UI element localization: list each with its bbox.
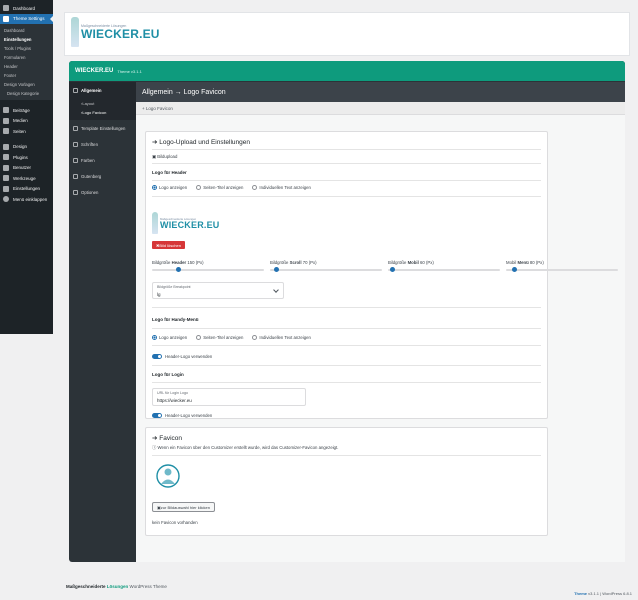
- login-header-logo-toggle[interactable]: Header-Logo verwenden: [152, 413, 212, 418]
- template-icon: [73, 125, 78, 131]
- breadcrumb[interactable]: + Logo Favicon: [136, 102, 625, 115]
- footer-right: Theme v3.1.1 | WordPress 6.8.1: [574, 591, 632, 596]
- admin-sidebar: Dashboard Theme Settings Dashboard Einst…: [0, 0, 53, 334]
- submenu-design-vorlagen[interactable]: Design Vorlagen: [0, 80, 53, 89]
- nav-optionen[interactable]: Optionen: [69, 184, 136, 200]
- logo-settings-card: ➔ Logo-Upload und Einstellungen ▣ Bildup…: [145, 131, 618, 419]
- x-icon: [73, 87, 78, 93]
- pages-icon: [3, 128, 9, 135]
- favicon-preview-icon: [156, 464, 180, 488]
- gutenberg-icon: [73, 173, 78, 179]
- bildupload-link[interactable]: ▣ Bildupload: [152, 154, 177, 160]
- font-icon: [73, 141, 78, 147]
- handy-header-logo-toggle[interactable]: Header-Logo verwenden: [152, 354, 212, 359]
- slider-header[interactable]: Bildgröße Header 150 (Px): [152, 260, 264, 272]
- chevron-down-icon: [273, 287, 279, 293]
- menu-dashboard[interactable]: Dashboard: [0, 3, 53, 14]
- header-logo-options: Logo anzeigen Seiten-Titel anzeigen Indi…: [152, 185, 320, 190]
- menu-beitraege[interactable]: Beiträge: [0, 105, 53, 116]
- handy-opt-logo[interactable]: Logo anzeigen: [152, 335, 187, 340]
- handy-logo-options: Logo anzeigen Seiten-Titel anzeigen Indi…: [152, 335, 320, 340]
- submenu-design-kategorie[interactable]: Design Kategorie: [0, 89, 53, 98]
- section-title: Allgemein → Logo Favicon: [136, 82, 625, 102]
- handy-opt-text[interactable]: Individuellen Text anzeigen: [252, 335, 311, 340]
- select-image-button[interactable]: ▣ zur Bildauswahl hier klicken: [152, 502, 215, 512]
- nav-sub-layout[interactable]: › Layout: [69, 99, 136, 108]
- brush-icon: [3, 143, 9, 150]
- dashboard-icon: [3, 5, 9, 12]
- panel-brand: WIECKER.EU: [75, 68, 114, 74]
- breakpoint-select[interactable]: Bildgröße Breakpoint lg: [152, 282, 284, 299]
- header-opt-logo[interactable]: Logo anzeigen: [152, 185, 187, 190]
- menu-einstellungen[interactable]: Einstellungen: [0, 184, 53, 195]
- menu-seiten[interactable]: Seiten: [0, 126, 53, 137]
- submenu-tools-plugins[interactable]: Tools / Plugins: [0, 44, 53, 53]
- user-icon: [3, 164, 9, 171]
- handy-opt-title[interactable]: Seiten-Titel anzeigen: [196, 335, 243, 340]
- settings-panel: WIECKER.EU Theme v3.1.1 Allgemein › Layo…: [69, 61, 625, 562]
- plugin-icon: [3, 154, 9, 161]
- options-icon: [73, 189, 78, 195]
- menu-werkzeuge[interactable]: Werkzeuge: [0, 173, 53, 184]
- nav-sub-logo-favicon[interactable]: › Logo Favicon: [69, 108, 136, 117]
- logo-figure-icon: [152, 212, 158, 234]
- menu-benutzer[interactable]: Benutzer: [0, 163, 53, 174]
- menu-medien[interactable]: Medien: [0, 116, 53, 127]
- favicon-note: ⓘ Wenn ein Favicon über den Customizer e…: [152, 445, 339, 450]
- submenu-dashboard[interactable]: Dashboard: [0, 26, 53, 35]
- logo-figure-icon: [71, 17, 79, 47]
- slider-mobil[interactable]: Bildgröße Mobil 60 (Px): [388, 260, 500, 272]
- nav-schriften[interactable]: Schriften: [69, 136, 136, 152]
- handy-logo-label: Logo für Handy-Menü: [152, 317, 199, 322]
- theme-settings-icon: [3, 15, 9, 22]
- panel-nav: Allgemein › Layout › Logo Favicon Templa…: [69, 82, 136, 200]
- settings-icon: [3, 185, 9, 192]
- menu-plugins[interactable]: Plugins: [0, 152, 53, 163]
- media-icon: [3, 117, 9, 124]
- favicon-card: ➔ Favicon ⓘ Wenn ein Favicon über den Cu…: [145, 427, 548, 536]
- login-logo-label: Logo für Login: [152, 372, 184, 377]
- slider-scroll[interactable]: Bildgröße Scroll 70 (Px): [270, 260, 382, 272]
- color-icon: [73, 157, 78, 163]
- nav-gutenberg[interactable]: Gutenberg: [69, 168, 136, 184]
- panel-header: WIECKER.EU Theme v3.1.1: [69, 61, 625, 81]
- submenu-formularen[interactable]: Formularen: [0, 53, 53, 62]
- logo-wordmark: WIECKER.EU: [81, 27, 160, 41]
- wrench-icon: [3, 175, 9, 182]
- panel-version: Theme v3.1.1: [117, 68, 142, 74]
- footer-left: Maßgeschneiderte Lösungen WordPress Them…: [66, 584, 167, 589]
- favicon-empty-text: kein Favicon vorhanden: [152, 520, 198, 525]
- toggle-switch[interactable]: [152, 354, 162, 359]
- menu-collapse[interactable]: Menü einklappen: [0, 194, 53, 205]
- menu-theme-settings[interactable]: Theme Settings: [0, 13, 53, 24]
- submenu-header[interactable]: Header: [0, 62, 53, 71]
- theme-logo-header: Maßgeschneiderte Lösungen WIECKER.EU: [64, 12, 630, 56]
- slider-mobil-menu[interactable]: Mobil Menü 80 (Px): [506, 260, 618, 272]
- logo-card-title: ➔ Logo-Upload und Einstellungen: [152, 139, 250, 146]
- nav-allgemein[interactable]: Allgemein: [69, 82, 136, 98]
- header-opt-title[interactable]: Seiten-Titel anzeigen: [196, 185, 243, 190]
- favicon-card-title: ➔ Favicon: [152, 435, 183, 442]
- nav-farben[interactable]: Farben: [69, 152, 136, 168]
- menu-design[interactable]: Design: [0, 142, 53, 153]
- site-logo: Maßgeschneiderte Lösungen WIECKER.EU: [71, 17, 160, 47]
- delete-image-button[interactable]: ✖ Bild löschen: [152, 241, 185, 249]
- collapse-icon: [3, 196, 9, 203]
- logo-preview: Maßgeschneiderte Lösungen WIECKER.EU: [152, 212, 220, 234]
- theme-settings-submenu: Dashboard Einstellungen Tools / Plugins …: [0, 24, 53, 100]
- login-url-field[interactable]: URL für Login Logo https://wiecker.eu: [152, 388, 306, 406]
- header-opt-text[interactable]: Individuellen Text anzeigen: [252, 185, 311, 190]
- toggle-switch[interactable]: [152, 413, 162, 418]
- header-logo-label: Logo für Header: [152, 170, 187, 175]
- pin-icon: [3, 107, 9, 114]
- nav-template-einstellungen[interactable]: Template Einstellungen: [69, 120, 136, 136]
- submenu-einstellungen[interactable]: Einstellungen: [0, 35, 53, 44]
- submenu-footer[interactable]: Footer: [0, 71, 53, 80]
